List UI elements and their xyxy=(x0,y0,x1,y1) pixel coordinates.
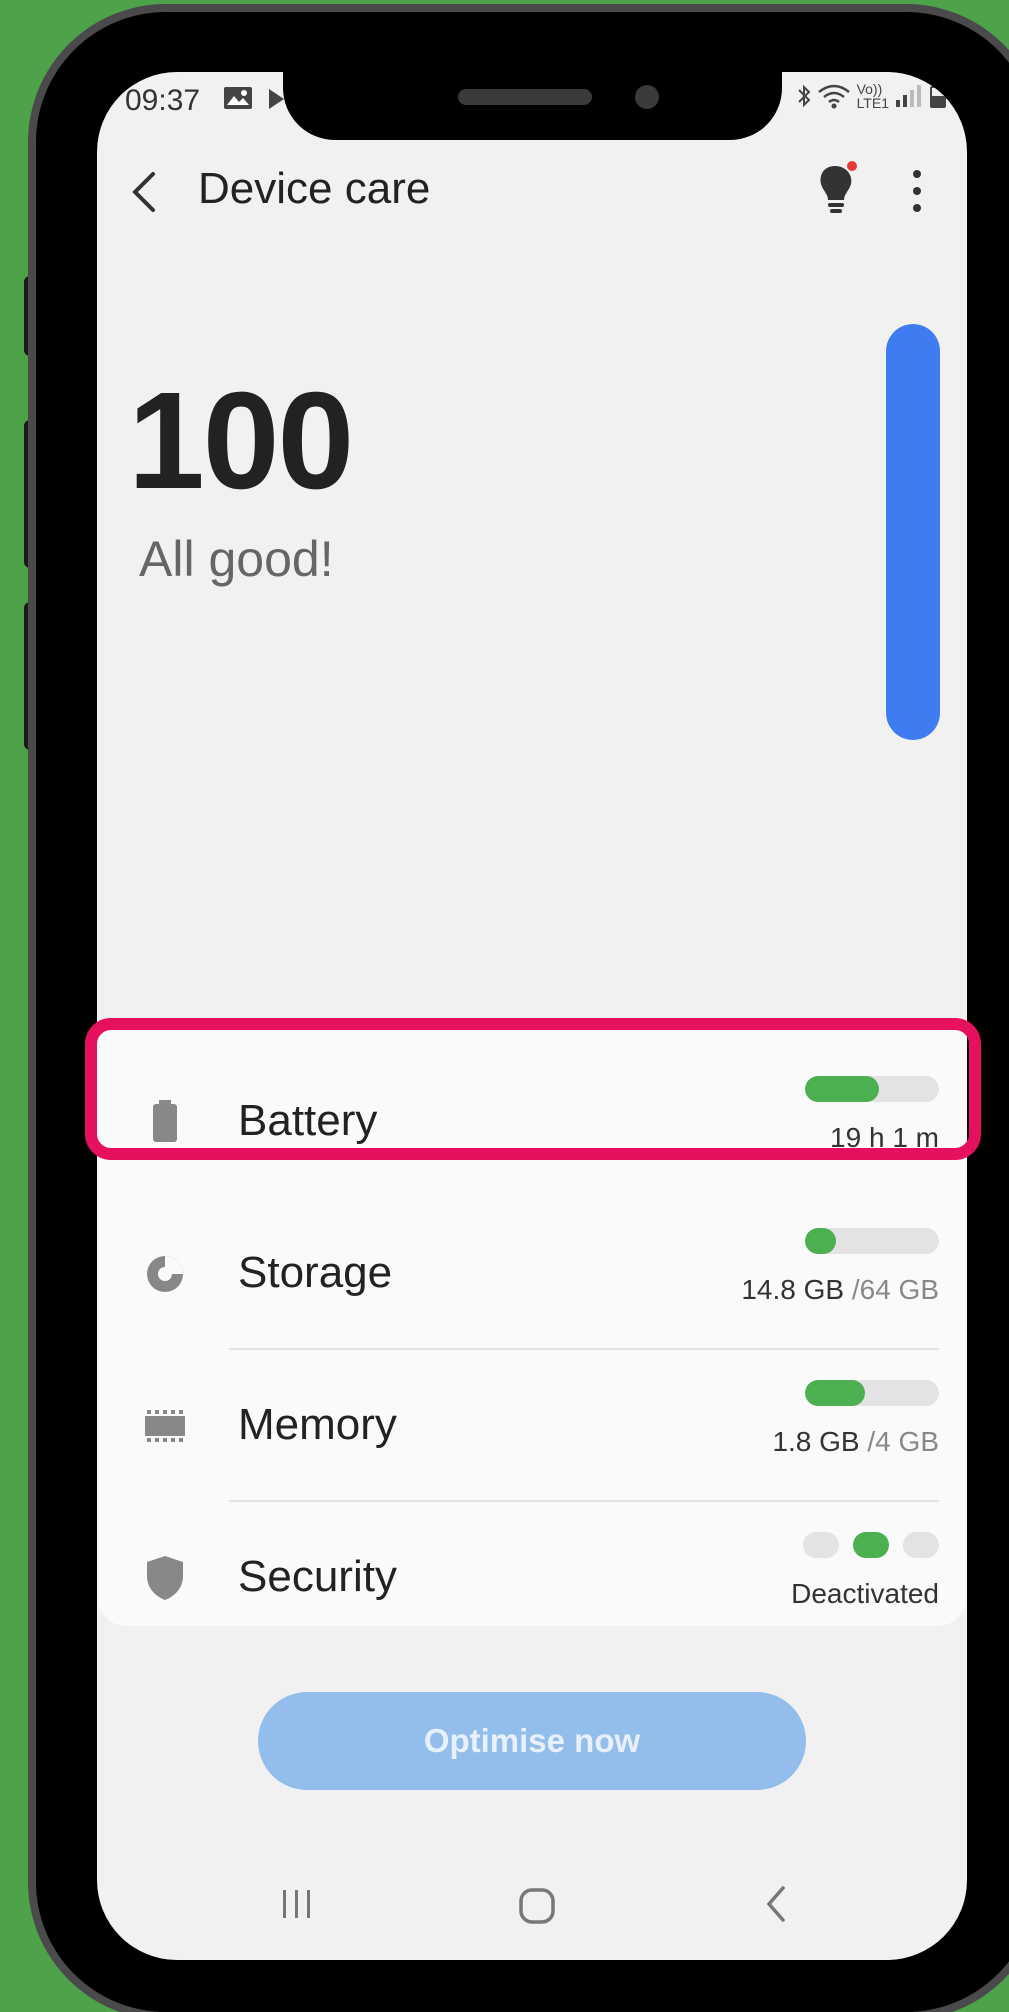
chevron-left-icon xyxy=(132,172,155,212)
memory-used: 1.8 GB xyxy=(772,1426,860,1457)
lightbulb-icon xyxy=(820,161,857,213)
storage-used: 14.8 GB xyxy=(741,1274,845,1305)
memory-meter xyxy=(805,1380,939,1406)
image-icon xyxy=(223,86,253,117)
lte-label: LTE1 xyxy=(856,95,889,111)
memory-value: 1.8 GB /4 GB xyxy=(772,1426,939,1458)
front-camera xyxy=(635,85,659,109)
back-nav-button[interactable] xyxy=(757,1884,797,1924)
more-options-button[interactable] xyxy=(907,164,927,218)
security-value: Deactivated xyxy=(791,1578,939,1609)
home-icon xyxy=(519,1888,555,1924)
memory-row[interactable]: Memory 1.8 GB /4 GB xyxy=(97,1350,967,1502)
page-title: Device care xyxy=(198,164,431,213)
security-row[interactable]: Security Deactivated xyxy=(97,1502,967,1654)
storage-meter-fill xyxy=(805,1228,836,1254)
care-status-message: All good! xyxy=(139,531,334,587)
recent-apps-button[interactable] xyxy=(277,1884,317,1924)
back-nav-icon xyxy=(766,1886,785,1922)
volte-label: Vo)) xyxy=(856,81,883,97)
memory-total: /4 GB xyxy=(859,1426,939,1457)
memory-meter-fill xyxy=(805,1380,866,1406)
status-time: 09:37 xyxy=(125,84,201,117)
volte-icon: Vo)) LTE1 xyxy=(857,82,889,110)
score-level-fill xyxy=(886,324,940,740)
status-right-icons: Vo)) LTE1 xyxy=(797,82,947,110)
storage-total: /64 GB xyxy=(844,1274,939,1305)
camera-notch xyxy=(283,72,782,140)
memory-label: Memory xyxy=(238,1400,397,1449)
battery-highlight-box xyxy=(85,1018,981,1160)
security-dot xyxy=(903,1532,939,1558)
storage-value: 14.8 GB /64 GB xyxy=(741,1274,939,1306)
pie-chart-icon xyxy=(147,1256,183,1292)
memory-chip-icon xyxy=(145,1410,185,1442)
battery-icon xyxy=(930,83,946,108)
score-level-bar xyxy=(886,324,940,740)
recent-apps-icon xyxy=(283,1890,310,1918)
phone-screen: 09:37 Vo)) LTE1 Device care 100 All good… xyxy=(97,72,967,1960)
security-dot xyxy=(853,1532,889,1558)
home-button[interactable] xyxy=(517,1886,557,1926)
security-status-dots xyxy=(803,1532,939,1558)
speaker-grille xyxy=(458,89,592,105)
storage-meter xyxy=(805,1228,939,1254)
care-score: 100 xyxy=(128,364,354,518)
signal-icon xyxy=(896,85,921,107)
tips-button[interactable] xyxy=(815,160,859,220)
wifi-icon xyxy=(817,84,850,109)
optimise-now-button[interactable]: Optimise now xyxy=(258,1692,806,1790)
shield-icon xyxy=(147,1556,183,1600)
bluetooth-icon xyxy=(797,84,810,108)
storage-row[interactable]: Storage 14.8 GB /64 GB xyxy=(97,1198,967,1350)
more-vert-icon xyxy=(913,170,921,212)
security-label: Security xyxy=(238,1552,397,1601)
security-dot xyxy=(803,1532,839,1558)
back-button[interactable] xyxy=(125,162,165,222)
storage-label: Storage xyxy=(238,1248,393,1297)
